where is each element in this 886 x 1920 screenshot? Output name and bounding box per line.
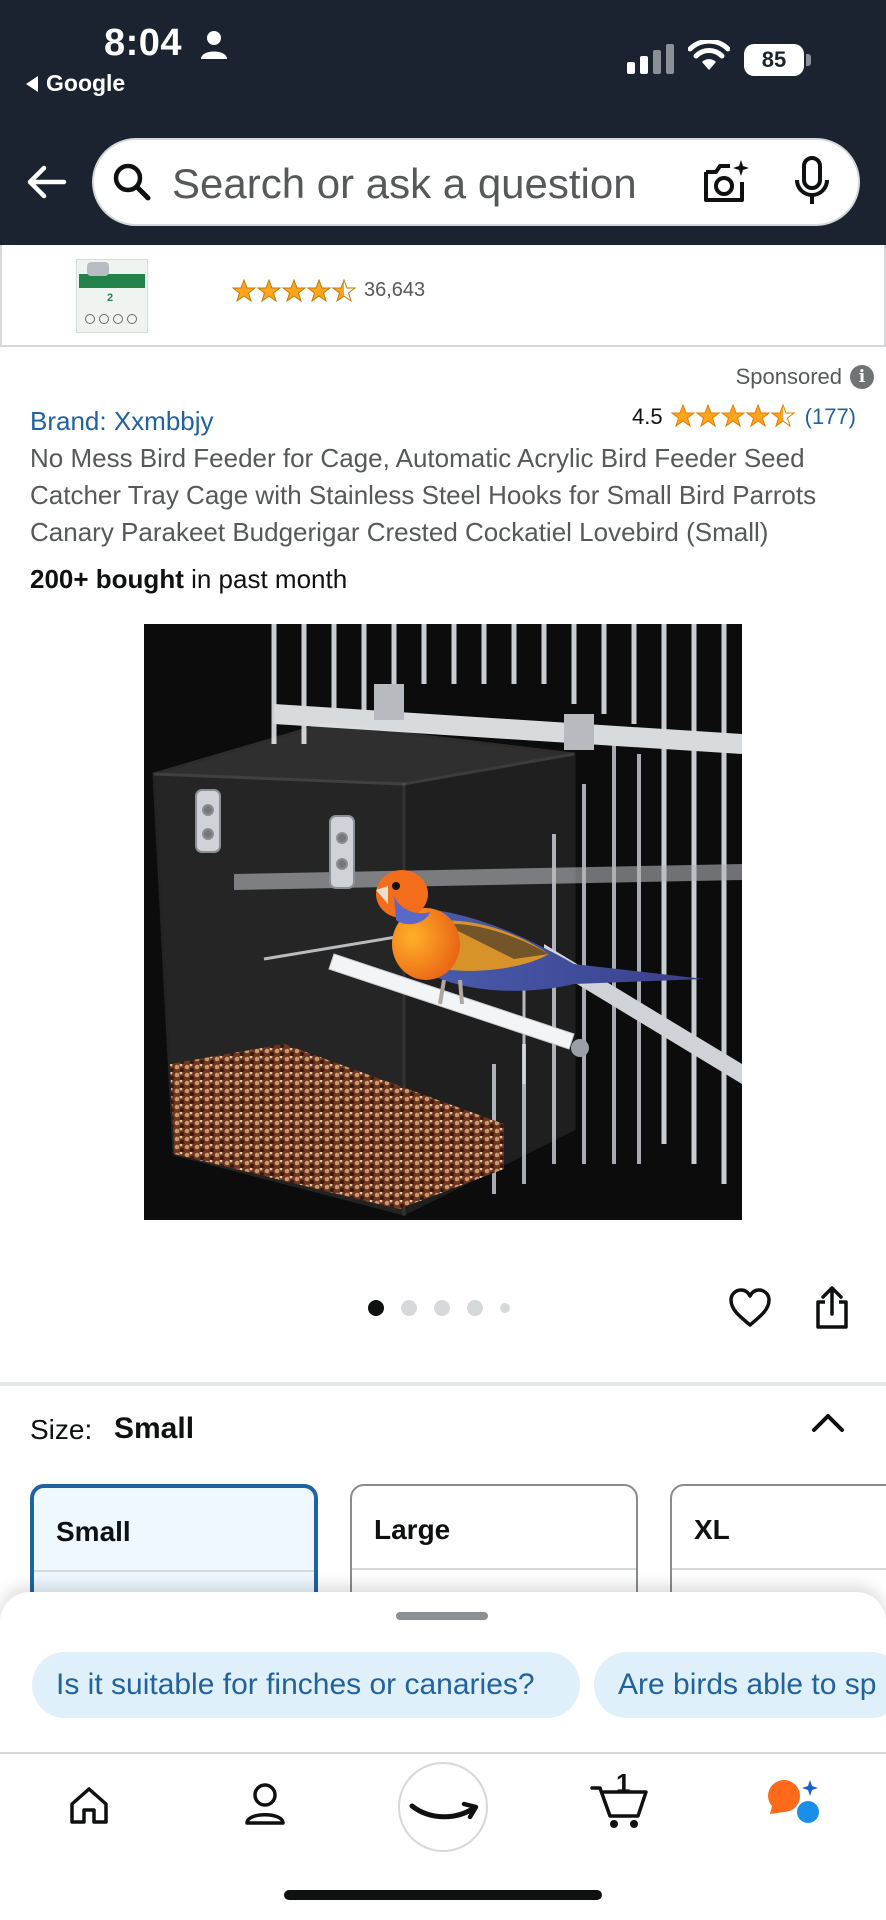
- account-icon[interactable]: [244, 1782, 286, 1826]
- size-option-label: XL: [694, 1514, 730, 1545]
- chevron-up-icon[interactable]: [810, 1408, 846, 1436]
- sponsored-rating-count: 36,643: [364, 279, 426, 301]
- rufus-icon[interactable]: [764, 1778, 822, 1826]
- pagination-dot[interactable]: [500, 1303, 510, 1313]
- header: 8:04 Google 85 Search or ask a question: [0, 0, 886, 245]
- home-icon[interactable]: [68, 1784, 110, 1826]
- wifi-icon: [688, 40, 730, 70]
- cell-signal-icon: [627, 44, 674, 74]
- sponsored-label[interactable]: Sponsored i: [736, 364, 874, 390]
- bought-count: 200+ bought: [30, 564, 184, 594]
- size-selected-value: Small: [114, 1412, 195, 1445]
- cart-button[interactable]: 1: [590, 1768, 650, 1830]
- pagination-dot[interactable]: [401, 1300, 417, 1316]
- rating-count-link[interactable]: (177): [805, 404, 856, 430]
- camera-icon[interactable]: [702, 158, 750, 206]
- back-to-app-link[interactable]: Google: [26, 70, 125, 97]
- microphone-icon[interactable]: [794, 156, 830, 208]
- info-icon[interactable]: i: [850, 365, 874, 389]
- question-chip[interactable]: Is it suitable for finches or canaries?: [32, 1652, 580, 1718]
- thumbnail-band: [79, 274, 145, 288]
- question-chip[interactable]: Are birds able to sp: [594, 1652, 886, 1718]
- bought-in-past-month: 200+ bought in past month: [30, 564, 347, 595]
- thumbnail-cat-image: [87, 262, 109, 276]
- sponsored-rating-stars: [232, 279, 356, 305]
- section-divider: [0, 1382, 886, 1386]
- cart-count: 1: [616, 1768, 631, 1798]
- search-icon: [113, 163, 151, 201]
- product-image[interactable]: [144, 624, 742, 1220]
- bird-feeder-illustration: [144, 624, 742, 1220]
- pagination-dot[interactable]: [467, 1300, 483, 1316]
- rating-stars-icon: [671, 404, 795, 427]
- heart-icon[interactable]: [728, 1287, 772, 1329]
- sponsored-product-thumbnail[interactable]: 2: [76, 259, 148, 333]
- thumbnail-dots: [85, 314, 137, 324]
- product-title[interactable]: No Mess Bird Feeder for Cage, Automatic …: [30, 440, 860, 551]
- thumbnail-number: 2: [107, 292, 114, 304]
- size-card-divider: [34, 1570, 314, 1572]
- back-arrow-icon[interactable]: [24, 160, 68, 204]
- bought-suffix: in past month: [183, 564, 348, 594]
- person-icon: [201, 31, 227, 59]
- battery-tip: [806, 54, 811, 66]
- sponsored-text: Sponsored: [735, 364, 842, 389]
- questions-bottom-sheet[interactable]: Is it suitable for finches or canaries? …: [0, 1592, 886, 1752]
- brand-link[interactable]: Brand: Xxmbbjy: [30, 406, 214, 437]
- size-card-divider: [672, 1568, 886, 1570]
- amazon-home-button[interactable]: [398, 1762, 488, 1852]
- size-option-label: Small: [56, 1516, 131, 1547]
- status-time: 8:04: [104, 22, 183, 64]
- size-label: Size:: [30, 1414, 93, 1445]
- battery-indicator: 85: [744, 44, 804, 76]
- back-app-label: Google: [46, 70, 126, 96]
- product-rating[interactable]: 4.5 (177): [632, 404, 856, 430]
- sheet-drag-handle[interactable]: [396, 1612, 488, 1620]
- search-bar[interactable]: Search or ask a question: [92, 138, 860, 226]
- rating-stars-icon: [232, 279, 356, 302]
- back-triangle-icon: [26, 75, 38, 92]
- rating-value: 4.5: [632, 404, 663, 429]
- bottom-tab-bar: 1: [0, 1752, 886, 1920]
- size-card-divider: [352, 1568, 636, 1570]
- search-input[interactable]: Search or ask a question: [172, 160, 637, 208]
- pagination-dot[interactable]: [434, 1300, 450, 1316]
- image-pagination[interactable]: [368, 1300, 510, 1316]
- pagination-dot[interactable]: [368, 1300, 384, 1316]
- sponsored-product-strip[interactable]: 2 36,643: [0, 245, 886, 347]
- amazon-smile-icon: [409, 1801, 479, 1820]
- home-indicator: [284, 1890, 602, 1900]
- size-option-label: Large: [374, 1514, 451, 1545]
- share-icon[interactable]: [814, 1286, 850, 1330]
